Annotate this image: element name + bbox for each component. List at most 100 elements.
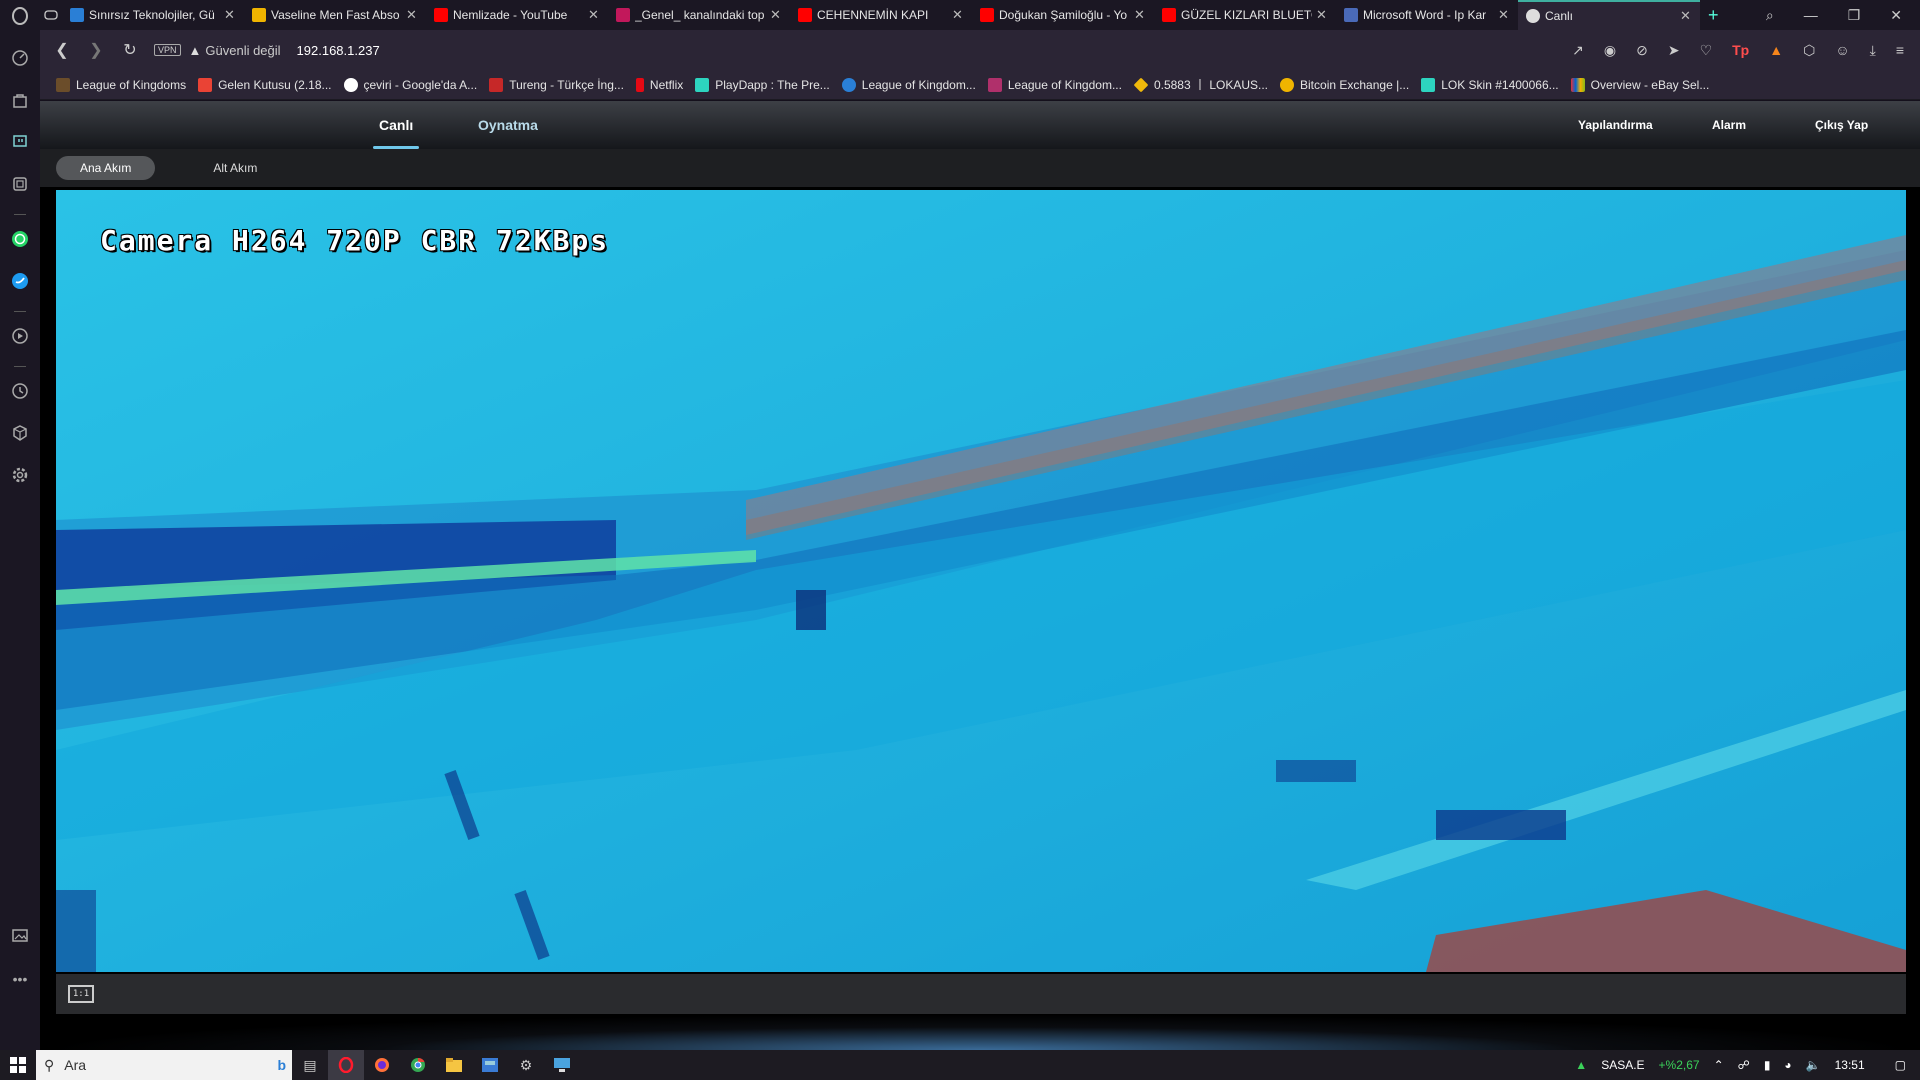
metamask-icon[interactable]: ▲ bbox=[1769, 42, 1783, 59]
main-stream-button[interactable]: Ana Akım bbox=[56, 156, 156, 180]
bookmark-label: LOK Skin #1400066... bbox=[1441, 77, 1559, 92]
close-icon[interactable]: ✕ bbox=[224, 7, 236, 23]
bookmark-item[interactable]: Netflix bbox=[635, 77, 683, 92]
close-icon[interactable]: ✕ bbox=[406, 7, 418, 23]
control-panel-icon[interactable] bbox=[472, 1050, 508, 1080]
tab-live[interactable]: Canlı bbox=[372, 101, 420, 149]
tab-1[interactable]: Vaseline Men Fast Abso ✕ bbox=[244, 0, 426, 30]
gmail-icon bbox=[198, 77, 213, 92]
reload-icon[interactable]: ↻ bbox=[120, 40, 140, 60]
chrome-icon[interactable] bbox=[400, 1050, 436, 1080]
bookmark-item[interactable]: 0.5883 丨 LOKAUS... bbox=[1133, 76, 1268, 93]
snapshot-gallery-icon[interactable] bbox=[10, 925, 30, 945]
history-icon[interactable] bbox=[10, 381, 30, 401]
chevron-up-icon[interactable]: ⌃ bbox=[1714, 1058, 1724, 1072]
search-tabs-icon[interactable]: ⌕ bbox=[1766, 7, 1774, 24]
tab-playback[interactable]: Oynatma bbox=[478, 101, 538, 149]
opera-logo-icon[interactable] bbox=[10, 6, 30, 26]
settings-gear-icon[interactable] bbox=[10, 465, 30, 485]
close-window-icon[interactable]: ✕ bbox=[1890, 7, 1902, 24]
url-field[interactable]: 192.168.1.237 bbox=[297, 43, 380, 58]
tab-0[interactable]: Sınırsız Teknolojiler, Gü ✕ bbox=[62, 0, 244, 30]
close-icon[interactable]: ✕ bbox=[770, 7, 782, 23]
close-icon[interactable]: ✕ bbox=[588, 7, 600, 23]
file-explorer-icon[interactable] bbox=[436, 1050, 472, 1080]
bookmark-item[interactable]: League of Kingdoms bbox=[56, 77, 186, 92]
tab-7[interactable]: Microsoft Word - Ip Kar ✕ bbox=[1336, 0, 1518, 30]
camera-snapshot-icon[interactable]: ◉ bbox=[1604, 42, 1616, 59]
sub-stream-button[interactable]: Alt Akım bbox=[189, 156, 281, 180]
close-icon[interactable]: ✕ bbox=[1680, 8, 1692, 24]
forward-icon[interactable]: ❯ bbox=[86, 40, 106, 60]
netflix-icon bbox=[635, 77, 644, 92]
remote-desktop-icon[interactable] bbox=[544, 1050, 580, 1080]
opera-taskbar-icon[interactable] bbox=[328, 1050, 364, 1080]
notifications-icon[interactable]: ▢ bbox=[1895, 1058, 1906, 1072]
config-link[interactable]: Yapılandırma bbox=[1578, 101, 1653, 149]
whatsapp-icon[interactable] bbox=[10, 229, 30, 249]
close-icon[interactable]: ✕ bbox=[1134, 7, 1146, 23]
tab-5[interactable]: Doğukan Şamiloğlu - Yo ✕ bbox=[972, 0, 1154, 30]
original-size-button[interactable]: 1:1 bbox=[68, 985, 94, 1003]
extensions-cube-icon[interactable] bbox=[10, 423, 30, 443]
tab-4[interactable]: CEHENNEMİN KAPI ✕ bbox=[790, 0, 972, 30]
heart-icon[interactable]: ♡ bbox=[1700, 42, 1713, 59]
taskbar-search[interactable]: ⚲ Ara b bbox=[36, 1050, 292, 1080]
workspace-icon[interactable] bbox=[40, 0, 62, 30]
windows-start-icon[interactable] bbox=[0, 1050, 36, 1080]
stock-symbol[interactable]: SASA.E bbox=[1601, 1058, 1644, 1072]
profile-icon[interactable]: ☺ bbox=[1835, 42, 1849, 59]
shopping-bag-icon[interactable] bbox=[10, 90, 30, 110]
close-icon[interactable]: ✕ bbox=[1316, 7, 1328, 23]
new-tab-button[interactable]: + bbox=[1700, 0, 1730, 30]
cube-extension-icon[interactable]: ⬡ bbox=[1803, 42, 1815, 59]
close-icon[interactable]: ✕ bbox=[1498, 7, 1510, 23]
restore-icon[interactable]: ❐ bbox=[1848, 7, 1861, 24]
speed-dial-icon[interactable] bbox=[10, 48, 30, 68]
bookmark-item[interactable]: League of Kingdom... bbox=[987, 77, 1122, 92]
bookmark-item[interactable]: League of Kingdom... bbox=[841, 77, 976, 92]
twitter-icon[interactable] bbox=[10, 271, 30, 291]
bookmark-item[interactable]: Gelen Kutusu (2.18... bbox=[198, 77, 332, 92]
task-view-icon[interactable]: ▤ bbox=[292, 1050, 328, 1080]
more-options-icon[interactable]: ••• bbox=[10, 969, 30, 989]
back-icon[interactable]: ❮ bbox=[52, 40, 72, 60]
bookmark-item[interactable]: Overview - eBay Sel... bbox=[1570, 77, 1709, 92]
close-icon[interactable]: ✕ bbox=[952, 7, 964, 23]
settings-icon[interactable]: ⚙ bbox=[508, 1050, 544, 1080]
tab-2[interactable]: Nemlizade - YouTube ✕ bbox=[426, 0, 608, 30]
menu-icon[interactable]: ≡ bbox=[1896, 42, 1904, 59]
firefox-icon[interactable] bbox=[364, 1050, 400, 1080]
tab-title: Doğukan Şamiloğlu - Yo bbox=[999, 8, 1128, 22]
clock[interactable]: 13:51 bbox=[1835, 1058, 1865, 1072]
bookmark-item[interactable]: çeviri - Google'da A... bbox=[343, 77, 477, 92]
share-icon[interactable]: ↗ bbox=[1572, 42, 1584, 59]
search-input[interactable]: Ara bbox=[64, 1057, 277, 1073]
extension-tp-icon[interactable]: Tp bbox=[1732, 42, 1749, 59]
send-icon[interactable]: ➤ bbox=[1668, 42, 1680, 59]
bing-icon[interactable]: b bbox=[277, 1057, 286, 1073]
player-icon[interactable] bbox=[10, 326, 30, 346]
tab-6[interactable]: GÜZEL KIZLARI BLUETO ✕ bbox=[1154, 0, 1336, 30]
tab-8[interactable]: Canlı ✕ bbox=[1518, 0, 1700, 30]
minimize-icon[interactable]: — bbox=[1804, 7, 1818, 24]
download-icon[interactable]: ⤓ bbox=[1870, 42, 1876, 59]
security-status[interactable]: Güvenli değil bbox=[205, 43, 280, 58]
alarm-link[interactable]: Alarm bbox=[1712, 101, 1746, 149]
tab-title: Vaseline Men Fast Abso bbox=[271, 8, 400, 22]
twitch-icon[interactable] bbox=[10, 132, 30, 152]
bookmark-item[interactable]: Bitcoin Exchange |... bbox=[1280, 77, 1409, 92]
bookmark-item[interactable]: PlayDapp : The Pre... bbox=[695, 77, 830, 92]
crypto-wallet-icon[interactable] bbox=[10, 174, 30, 194]
vpn-badge[interactable]: VPN bbox=[154, 44, 181, 56]
adblock-icon[interactable]: ⊘ bbox=[1636, 42, 1648, 59]
tab-3[interactable]: _Genel_ kanalındaki top ✕ bbox=[608, 0, 790, 30]
logout-link[interactable]: Çıkış Yap bbox=[1815, 101, 1868, 149]
volume-icon[interactable]: 🔈 bbox=[1806, 1058, 1821, 1072]
live-video-view[interactable]: Camera H264 720P CBR 72KBps bbox=[56, 190, 1906, 972]
battery-icon[interactable]: ▮ bbox=[1764, 1058, 1771, 1072]
wifi-icon[interactable]: ◕ bbox=[1784, 1058, 1791, 1072]
bookmark-item[interactable]: Tureng - Türkçe İng... bbox=[489, 77, 624, 92]
usb-icon[interactable]: ☍ bbox=[1738, 1058, 1750, 1072]
bookmark-item[interactable]: LOK Skin #1400066... bbox=[1421, 77, 1559, 92]
